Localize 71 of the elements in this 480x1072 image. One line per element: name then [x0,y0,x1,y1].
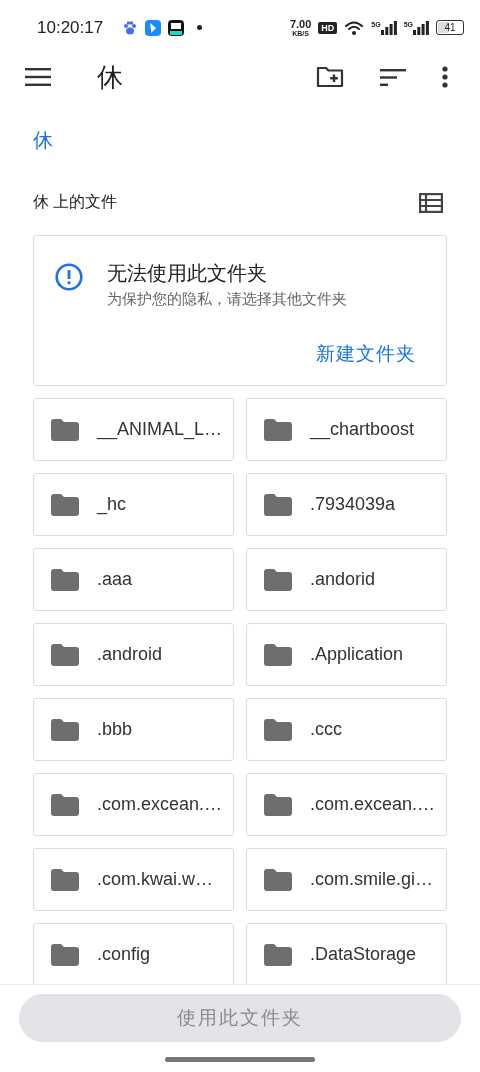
folder-icon [51,643,79,666]
folder-card[interactable]: _hc [33,473,234,536]
folder-icon [264,568,292,591]
folder-card[interactable]: .com.excean.… [246,773,447,836]
folder-icon [264,793,292,816]
folder-icon [264,418,292,441]
section-title: 休 上的文件 [33,192,118,212]
folder-card[interactable]: .com.kwai.w… [33,848,234,911]
dot-icon [197,25,203,30]
folder-icon [51,718,79,741]
clock-time: 10:20:17 [37,17,104,38]
folder-card[interactable]: __chartboost [246,398,447,461]
list-view-icon[interactable] [419,192,443,213]
folder-icon [264,643,292,666]
wifi-icon [344,19,365,36]
folder-card[interactable]: .ccc [246,698,447,761]
folder-card[interactable]: .aaa [33,548,234,611]
folder-icon [51,493,79,516]
battery-indicator: 41 [436,20,464,35]
folder-card[interactable]: .com.excean.… [33,773,234,836]
signal-icon [413,20,429,35]
folder-icon [264,868,292,891]
app-icon [145,19,162,36]
folder-name: .com.kwai.w… [97,869,213,890]
sort-icon[interactable] [380,68,406,86]
folder-name: .com.smile.gi… [310,869,434,890]
toolbar-title: 休 [97,60,123,94]
hd-badge: HD [318,21,338,34]
breadcrumb-link[interactable]: 休 [33,127,480,154]
folder-card[interactable]: __ANIMAL_L… [33,398,234,461]
signal-icon [380,20,397,35]
folder-name: __ANIMAL_L… [97,419,223,440]
folder-icon [51,568,79,591]
folder-icon [51,943,79,966]
folder-name: .config [97,944,151,965]
folder-name: .aaa [97,569,133,590]
folder-card[interactable]: .bbb [33,698,234,761]
folder-icon [51,793,79,816]
new-folder-icon[interactable] [316,66,344,88]
folder-icon [264,718,292,741]
info-icon [55,263,83,291]
folder-card[interactable]: .Application [246,623,447,686]
app-icon [168,19,185,36]
paw-icon [122,19,139,36]
folder-card[interactable]: .com.smile.gi… [246,848,447,911]
notice-title: 无法使用此文件夹 [107,261,268,286]
folder-card[interactable]: .android [33,623,234,686]
folder-icon [51,418,79,441]
folder-name: .bbb [97,719,133,740]
folder-card[interactable]: .DataStorage [246,923,447,984]
network-speed: 7.00 [289,18,312,30]
folder-name: .com.excean.… [310,794,436,815]
folder-icon [264,943,292,966]
folder-name: _hc [97,494,127,515]
folder-icon [51,868,79,891]
folder-name: .andorid [310,569,376,590]
folder-name: .com.excean.… [97,794,223,815]
folder-card[interactable]: .config [33,923,234,984]
menu-icon[interactable] [25,68,51,86]
more-icon[interactable] [442,66,448,88]
folder-name: __chartboost [310,419,415,440]
folder-name: .DataStorage [310,944,417,965]
folder-icon [264,493,292,516]
folder-name: .android [97,644,163,665]
folder-name: .Application [310,644,404,665]
new-folder-button[interactable]: 新建文件夹 [306,337,426,371]
folder-card[interactable]: .7934039a [246,473,447,536]
folder-name: .7934039a [310,494,396,515]
folder-name: .ccc [310,719,342,740]
folder-card[interactable]: .andorid [246,548,447,611]
notice-message: 为保护您的隐私，请选择其他文件夹 [107,290,347,309]
